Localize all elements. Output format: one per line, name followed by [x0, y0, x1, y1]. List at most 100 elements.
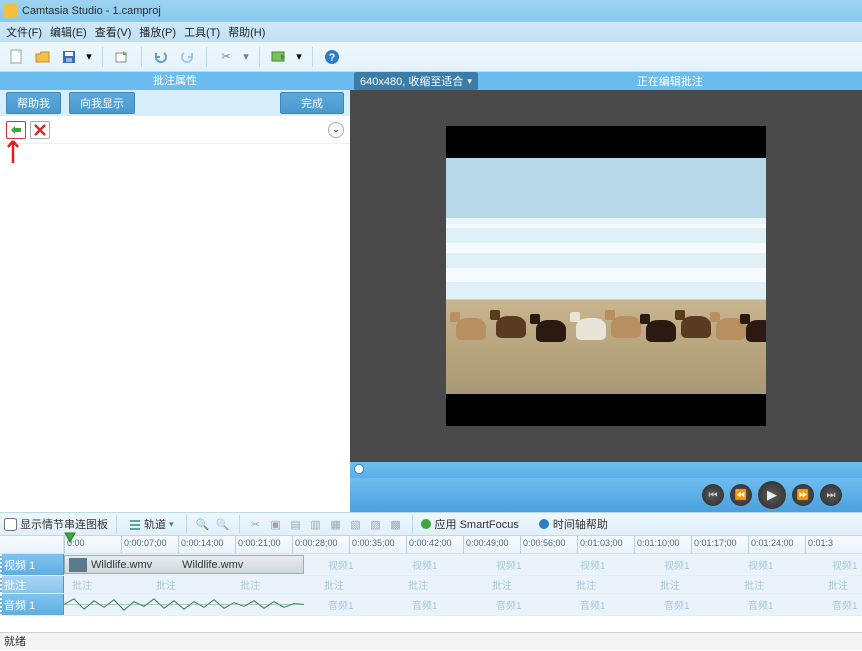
menu-edit[interactable]: 编辑(E) [50, 24, 87, 40]
import-icon[interactable] [111, 46, 133, 68]
next-button[interactable]: ⏭ [820, 484, 842, 506]
redo-icon[interactable] [176, 46, 198, 68]
status-bar: 就绪 [0, 632, 862, 650]
new-icon[interactable] [6, 46, 28, 68]
ghost-label: 批注 [404, 576, 428, 593]
ghost-label: 视频1 [324, 554, 354, 575]
ghost-label: 批注 [236, 576, 260, 593]
audio-track-body[interactable]: 音频1音频1音频1音频1音频1音频1音频1音频1音频1音频1 [64, 594, 862, 615]
tool-6-icon[interactable]: ▧ [348, 516, 364, 532]
menu-help[interactable]: 帮助(H) [228, 24, 265, 40]
ghost-label: 音频1 [744, 594, 774, 615]
ruler-tick: 0:01:03;00 [577, 536, 623, 553]
zoom-selector[interactable]: 640x480, 收缩至适合 [354, 72, 478, 90]
zoom-out-icon[interactable]: 🔍 [215, 516, 231, 532]
prev-button[interactable]: ⏮ [702, 484, 724, 506]
done-button[interactable]: 完成 [280, 92, 344, 114]
ghost-label: 批注 [152, 576, 176, 593]
scrub-head[interactable] [354, 464, 364, 474]
ruler-tick: 0:01:17;00 [691, 536, 737, 553]
track-dropdown[interactable]: 轨道 [125, 516, 178, 532]
preview-panel: 640x480, 收缩至适合 正在编辑批注 [350, 72, 862, 512]
storyboard-input[interactable] [4, 518, 17, 531]
track-dropdown-label: 轨道 [144, 516, 166, 532]
zoom-label: 640x480, 收缩至适合 [360, 73, 463, 89]
video-track-header[interactable]: 视频 1 [0, 554, 64, 575]
properties-button-row: 帮助我 向我显示 完成 [0, 90, 350, 116]
ghost-label: 音频1 [828, 594, 858, 615]
help-me-button[interactable]: 帮助我 [6, 92, 61, 114]
produce-dropdown-icon[interactable]: ▾ [294, 46, 304, 68]
help-icon[interactable]: ? [321, 46, 343, 68]
smartfocus-label: 应用 SmartFocus [435, 516, 519, 532]
ruler-tick: 0:00:49;00 [463, 536, 509, 553]
callout-track-body[interactable]: 批注批注批注批注批注批注批注批注批注批注 [64, 576, 862, 593]
tool-5-icon[interactable]: ▦ [328, 516, 344, 532]
app-icon [4, 4, 18, 18]
ghost-label: 音频1 [324, 594, 354, 615]
produce-icon[interactable] [268, 46, 290, 68]
preview-header: 640x480, 收缩至适合 正在编辑批注 [350, 72, 862, 90]
timeline-help-button[interactable]: 时间轴帮助 [539, 516, 608, 532]
audio-track-header[interactable]: 音频 1 [0, 594, 64, 615]
timeline-toolbar: 显示情节串连图板 轨道 🔍 🔍 ✂ ▣ ▤ ▥ ▦ ▧ ▨ ▩ 应用 Smart… [0, 512, 862, 536]
audio-track: 音频 1 音频1音频1音频1音频1音频1音频1音频1音频1音频1音频1 [0, 594, 862, 616]
ruler-tick: 0:00:14;00 [178, 536, 224, 553]
status-text: 就绪 [4, 636, 26, 648]
ghost-label: 批注 [740, 576, 764, 593]
ghost-label: 批注 [68, 576, 92, 593]
properties-panel: 批注属性 帮助我 向我显示 完成 ⌄ [0, 72, 350, 512]
tool-2-icon[interactable]: ▣ [268, 516, 284, 532]
tool-1-icon[interactable]: ✂ [248, 516, 264, 532]
ghost-label: 批注 [488, 576, 512, 593]
expand-button[interactable]: ⌄ [328, 122, 344, 138]
ruler-tick: 0:00:35;00 [349, 536, 395, 553]
show-me-button[interactable]: 向我显示 [69, 92, 135, 114]
storyboard-checkbox[interactable]: 显示情节串连图板 [4, 516, 108, 532]
timeline-ruler[interactable]: 0:000:00:07;000:00:14;000:00:21;000:00:2… [0, 536, 862, 554]
playback-controls: ⏮ ⏪ ▶ ⏩ ⏭ [350, 478, 862, 512]
ruler-tick: 0:00:42;00 [406, 536, 452, 553]
playhead-icon[interactable] [64, 532, 76, 544]
forward-button[interactable]: ⏩ [792, 484, 814, 506]
tool-8-icon[interactable]: ▩ [388, 516, 404, 532]
undo-icon[interactable] [150, 46, 172, 68]
ruler-tick: 0:01:10;00 [634, 536, 680, 553]
smartfocus-button[interactable]: 应用 SmartFocus [421, 516, 519, 532]
cut-icon[interactable]: ✂ [215, 46, 237, 68]
callout-track-header[interactable]: 批注 [0, 576, 64, 593]
play-button[interactable]: ▶ [758, 481, 786, 509]
save-dropdown-icon[interactable]: ▾ [84, 46, 94, 68]
ghost-label: 视频1 [492, 554, 522, 575]
rewind-button[interactable]: ⏪ [730, 484, 752, 506]
menu-view[interactable]: 查看(V) [95, 24, 132, 40]
ghost-label: 视频1 [660, 554, 690, 575]
title-bar: Camtasia Studio - 1.camproj [0, 0, 862, 22]
video-track-body[interactable]: Wildlife.wmv Wildlife.wmv 视频1视频1视频1视频1视频… [64, 554, 862, 575]
ruler-tick: 0:00:21;00 [235, 536, 281, 553]
preview-canvas[interactable] [350, 90, 862, 462]
menu-file[interactable]: 文件(F) [6, 24, 42, 40]
ruler-tick: 0:01:24;00 [748, 536, 794, 553]
zoom-in-icon[interactable]: 🔍 [195, 516, 211, 532]
ruler-tick: 0:00:56;00 [520, 536, 566, 553]
audio-waveform [64, 596, 304, 613]
tool-7-icon[interactable]: ▨ [368, 516, 384, 532]
timeline-help-label: 时间轴帮助 [553, 516, 608, 532]
open-icon[interactable] [32, 46, 54, 68]
tool-4-icon[interactable]: ▥ [308, 516, 324, 532]
svg-text:?: ? [329, 52, 336, 64]
ghost-label: 视频1 [828, 554, 858, 575]
clip-name-2: Wildlife.wmv [182, 559, 243, 571]
save-icon[interactable] [58, 46, 80, 68]
ghost-label: 批注 [320, 576, 344, 593]
cut-dropdown-icon[interactable]: ▾ [241, 46, 251, 68]
scrub-bar[interactable] [350, 462, 862, 478]
video-clip[interactable]: Wildlife.wmv Wildlife.wmv [64, 555, 304, 574]
remove-callout-button[interactable] [30, 121, 50, 139]
menu-tools[interactable]: 工具(T) [184, 24, 220, 40]
main-toolbar: ▾ ✂ ▾ ▾ ? [0, 42, 862, 72]
tool-3-icon[interactable]: ▤ [288, 516, 304, 532]
clip-thumb-icon [69, 558, 87, 572]
menu-play[interactable]: 播放(P) [139, 24, 176, 40]
